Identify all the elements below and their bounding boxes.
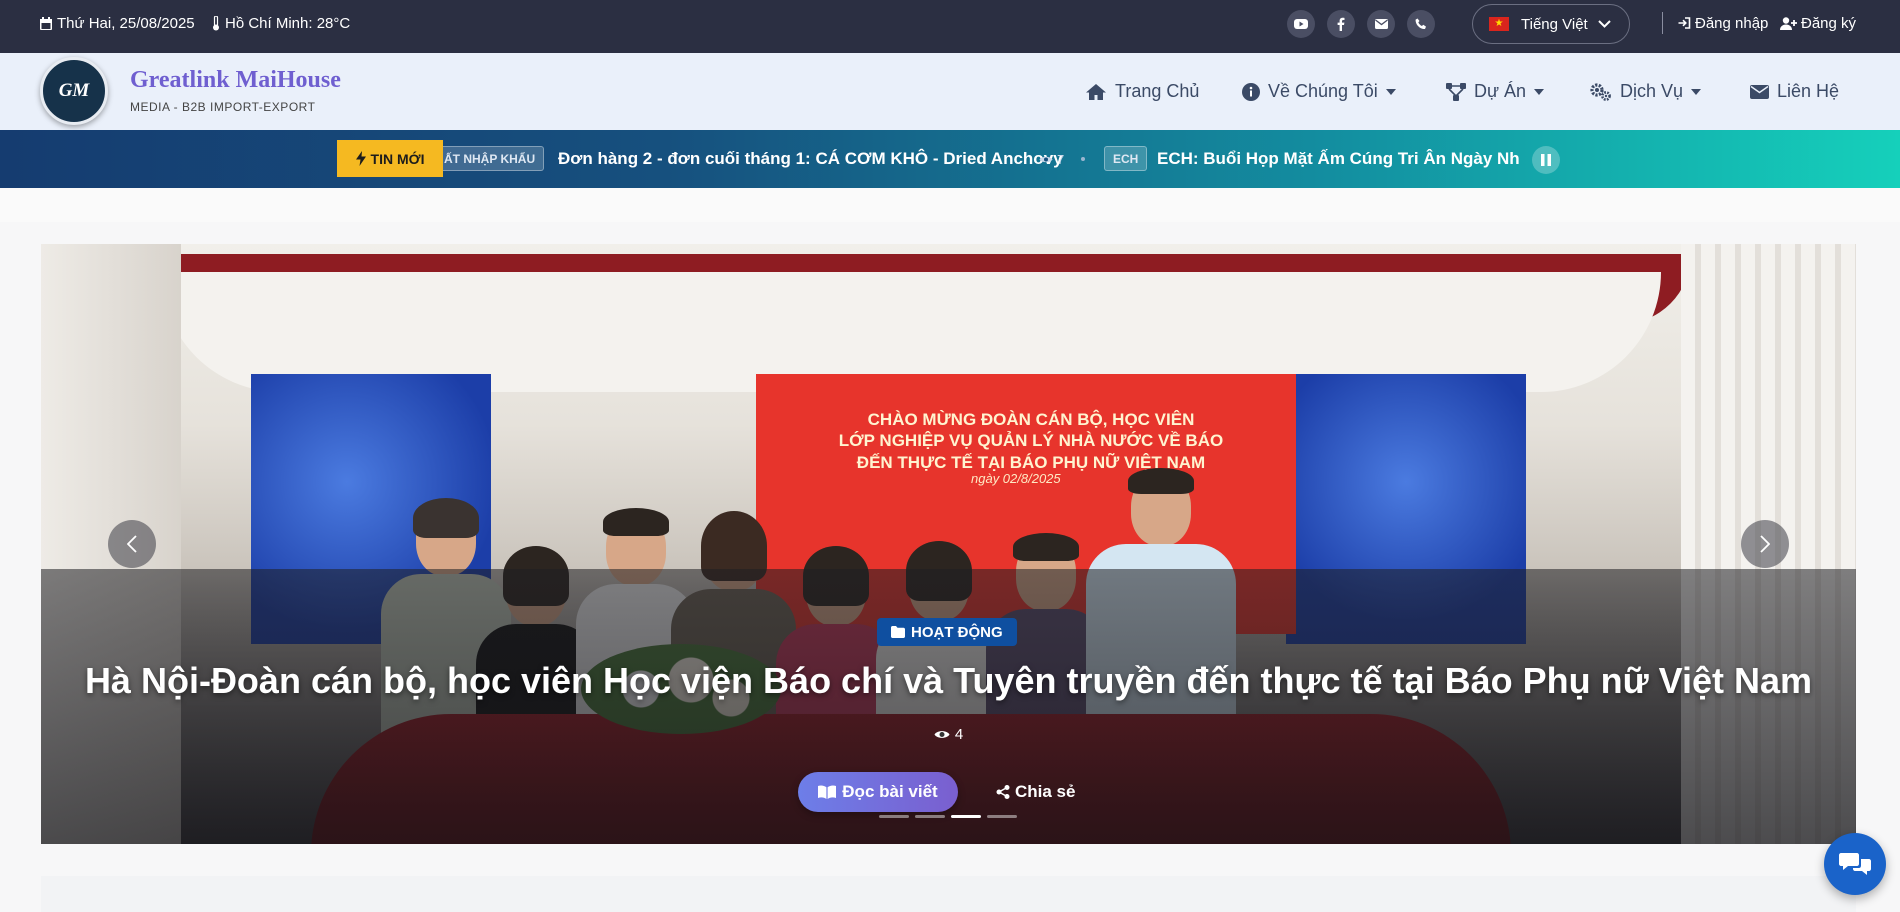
ticker-badge-label: TIN MỚI bbox=[370, 150, 425, 167]
login-label: Đăng nhập bbox=[1695, 14, 1769, 32]
caret-down-icon bbox=[1691, 88, 1702, 95]
nav-contact[interactable]: Liên Hệ bbox=[1750, 53, 1839, 130]
share-button[interactable]: Chia sẻ bbox=[996, 772, 1075, 812]
chat-bubbles-icon bbox=[1839, 853, 1871, 875]
prev-slide-button[interactable] bbox=[108, 520, 156, 568]
read-article-button[interactable]: Đọc bài viết bbox=[798, 772, 958, 812]
info-icon bbox=[1242, 82, 1260, 101]
ticker-track: ẤT NHẬP KHẨU Đơn hàng 2 - đơn cuối tháng… bbox=[443, 130, 1520, 188]
nav-services[interactable]: Dịch Vụ bbox=[1590, 53, 1702, 130]
brand-name[interactable]: Greatlink MaiHouse bbox=[130, 67, 341, 94]
chat-button[interactable] bbox=[1824, 833, 1886, 895]
facebook-icon[interactable] bbox=[1327, 10, 1355, 38]
views-count: 4 bbox=[954, 726, 964, 743]
ticker-badge: TIN MỚI bbox=[337, 140, 443, 177]
top-bar: Thứ Hai, 25/08/2025 Hồ Chí Minh: 28°C ★ … bbox=[0, 0, 1900, 53]
gears-icon bbox=[1590, 82, 1611, 101]
chevron-down-icon bbox=[1598, 20, 1611, 28]
login-link[interactable]: Đăng nhập bbox=[1678, 0, 1768, 46]
share-label: Chia sẻ bbox=[1015, 782, 1076, 801]
next-section bbox=[41, 876, 1856, 912]
article-title[interactable]: Hà Nội-Đoàn cán bộ, học viên Học viện Bá… bbox=[41, 660, 1856, 702]
thermometer-icon bbox=[213, 15, 219, 30]
language-label: Tiếng Việt bbox=[1521, 15, 1588, 33]
category-label: HOẠT ĐỘNG bbox=[911, 623, 1003, 641]
language-selector[interactable]: ★ Tiếng Việt bbox=[1472, 4, 1630, 44]
slide-dot[interactable] bbox=[879, 815, 909, 818]
register-label: Đăng ký bbox=[1801, 14, 1857, 32]
weather-display: Hồ Chí Minh: 28°C bbox=[212, 0, 350, 46]
next-slide-button[interactable] bbox=[1741, 520, 1789, 568]
ticker-separator bbox=[1081, 157, 1085, 161]
eye-icon bbox=[934, 731, 950, 738]
spacer-band bbox=[0, 188, 1900, 222]
caret-down-icon bbox=[1534, 88, 1545, 95]
share-icon bbox=[996, 785, 1010, 799]
envelope-icon bbox=[1750, 84, 1769, 99]
ticker-pause-button[interactable] bbox=[1532, 146, 1560, 174]
nav-about[interactable]: Về Chúng Tôi bbox=[1242, 53, 1396, 130]
chevron-left-icon bbox=[127, 535, 137, 553]
bolt-icon bbox=[355, 151, 366, 166]
email-icon[interactable] bbox=[1367, 10, 1395, 38]
ticker-item-category: ECH bbox=[1104, 146, 1148, 171]
nav-home[interactable]: Trang Chủ bbox=[1085, 53, 1199, 130]
vietnam-flag-icon: ★ bbox=[1489, 17, 1509, 31]
caret-down-icon bbox=[1385, 88, 1396, 95]
date-display: Thứ Hai, 25/08/2025 bbox=[40, 0, 195, 46]
news-ticker: TIN MỚI ẤT NHẬP KHẨU Đơn hàng 2 - đơn cu… bbox=[0, 130, 1900, 188]
ticker-item-views: 7 bbox=[1039, 130, 1064, 188]
register-link[interactable]: Đăng ký bbox=[1780, 0, 1856, 46]
brand-tagline: MEDIA - B2B IMPORT-EXPORT bbox=[130, 100, 316, 114]
ticker-item-title[interactable]: ECH: Buổi Họp Mặt Ấm Cúng Tri Ân Ngày Nh… bbox=[1157, 130, 1520, 188]
home-icon bbox=[1086, 83, 1106, 100]
nav-about-label: Về Chúng Tôi bbox=[1268, 81, 1378, 101]
ticker-item-title[interactable]: Đơn hàng 2 - đơn cuối tháng 1: CÁ CƠM KH… bbox=[558, 130, 1063, 188]
eye-icon bbox=[1039, 156, 1053, 162]
slide-dot[interactable] bbox=[987, 815, 1017, 818]
hero-slider: CHÀO MỪNG ĐOÀN CÁN BỘ, HỌC VIÊN LỚP NGHI… bbox=[41, 244, 1856, 844]
date-text: Thứ Hai, 25/08/2025 bbox=[57, 14, 195, 32]
nav-services-label: Dịch Vụ bbox=[1620, 81, 1684, 101]
site-header: GM Greatlink MaiHouse MEDIA - B2B IMPORT… bbox=[0, 53, 1900, 130]
nav-projects[interactable]: Dự Án bbox=[1446, 53, 1545, 130]
add-user-icon bbox=[1780, 16, 1797, 30]
divider bbox=[1662, 12, 1663, 34]
youtube-icon[interactable] bbox=[1287, 10, 1315, 38]
site-logo[interactable]: GM bbox=[40, 57, 108, 125]
phone-icon[interactable] bbox=[1407, 10, 1435, 38]
slide-indicators bbox=[879, 815, 1017, 818]
ticker-item-category: ẤT NHẬP KHẨU bbox=[443, 146, 545, 171]
slide-dot[interactable] bbox=[915, 815, 945, 818]
slide-dot-active[interactable] bbox=[951, 815, 981, 818]
nav-contact-label: Liên Hệ bbox=[1777, 81, 1840, 101]
nav-projects-label: Dự Án bbox=[1474, 81, 1527, 101]
book-open-icon bbox=[818, 785, 837, 799]
calendar-icon bbox=[40, 16, 52, 30]
weather-text: Hồ Chí Minh: 28°C bbox=[225, 14, 351, 32]
nav-home-label: Trang Chủ bbox=[1115, 81, 1200, 101]
project-icon bbox=[1446, 82, 1466, 101]
logo-text: GM bbox=[58, 80, 90, 101]
read-article-label: Đọc bài viết bbox=[842, 782, 938, 801]
chevron-right-icon bbox=[1760, 535, 1770, 553]
folder-icon bbox=[891, 626, 905, 638]
ticker-views-count: 7 bbox=[1057, 151, 1065, 167]
login-icon bbox=[1678, 17, 1691, 29]
category-badge[interactable]: HOẠT ĐỘNG bbox=[877, 618, 1017, 646]
article-views: 4 bbox=[41, 726, 1856, 743]
pause-icon bbox=[1541, 154, 1551, 166]
